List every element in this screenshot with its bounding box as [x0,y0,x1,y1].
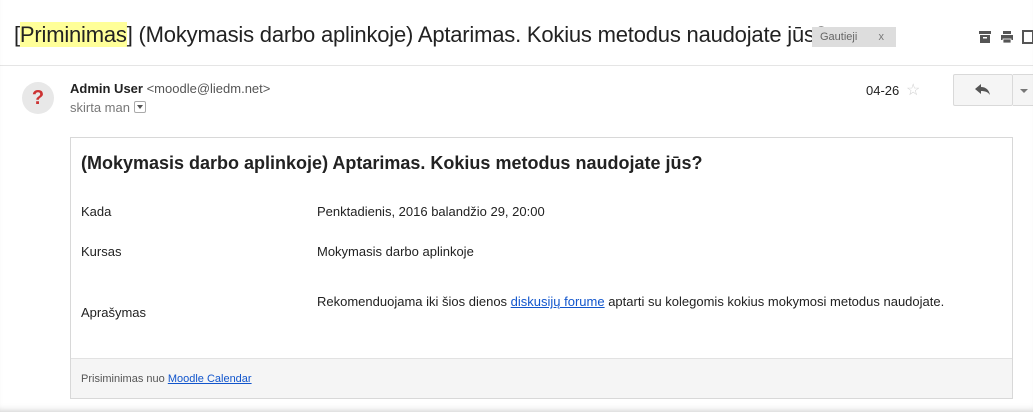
course-label: Kursas [81,244,122,259]
new-window-icon[interactable] [1022,30,1033,44]
inbox-label-chip[interactable]: Gautieji x [812,27,896,47]
sender-line: Admin User <moodle@liedm.net> [70,81,270,96]
recipient-text: skirta man [70,100,130,115]
when-label: Kada [81,204,112,219]
subject-highlight: Priminimas [19,22,127,47]
recipient-line: skirta man [70,100,146,115]
archive-icon[interactable] [978,30,992,44]
more-options-button[interactable] [1013,74,1033,106]
description-text-start: Rekomenduojama iki šios dienos [317,294,511,309]
course-value: Mokymasis darbo aplinkoje [317,244,474,259]
forum-link[interactable]: diskusijų forume [511,294,605,309]
remove-label-button[interactable]: x [879,27,885,47]
sender-email: <moodle@liedm.net> [146,81,271,96]
when-value: Penktadienis, 2016 balandžio 29, 20:00 [317,204,545,219]
reply-button[interactable] [953,74,1013,106]
label-text: Gautieji [820,31,858,43]
print-icon[interactable] [1000,30,1014,44]
message-body: (Mokymasis darbo aplinkoje) Aptarimas. K… [70,137,1013,399]
sender-avatar: ? [22,82,54,114]
subject-text: (Mokymasis darbo aplinkoje) Aptarimas. K… [132,22,828,47]
description-label: Aprašymas [81,305,147,320]
email-subject: [Priminimas] (Mokymasis darbo aplinkoje)… [14,22,827,48]
footer-prefix: Prisiminimas nuo [81,373,168,385]
star-icon[interactable]: ☆ [906,80,920,100]
recipient-details-dropdown-icon[interactable] [133,101,146,113]
message-footer: Prisiminimas nuo Moodle Calendar [71,358,1012,398]
description-text-end: aptarti su kolegomis kokius mokymosi met… [604,294,945,309]
reply-icon [975,84,990,95]
message-date: 04-26 [866,83,900,98]
description-value: Rekomenduojama iki šios dienos diskusijų… [317,293,977,310]
subject-bar: [Priminimas] (Mokymasis darbo aplinkoje)… [0,0,1033,66]
sender-name: Admin User [70,81,143,96]
moodle-calendar-link[interactable]: Moodle Calendar [168,373,252,385]
event-title: (Mokymasis darbo aplinkoje) Aptarimas. K… [81,153,703,173]
